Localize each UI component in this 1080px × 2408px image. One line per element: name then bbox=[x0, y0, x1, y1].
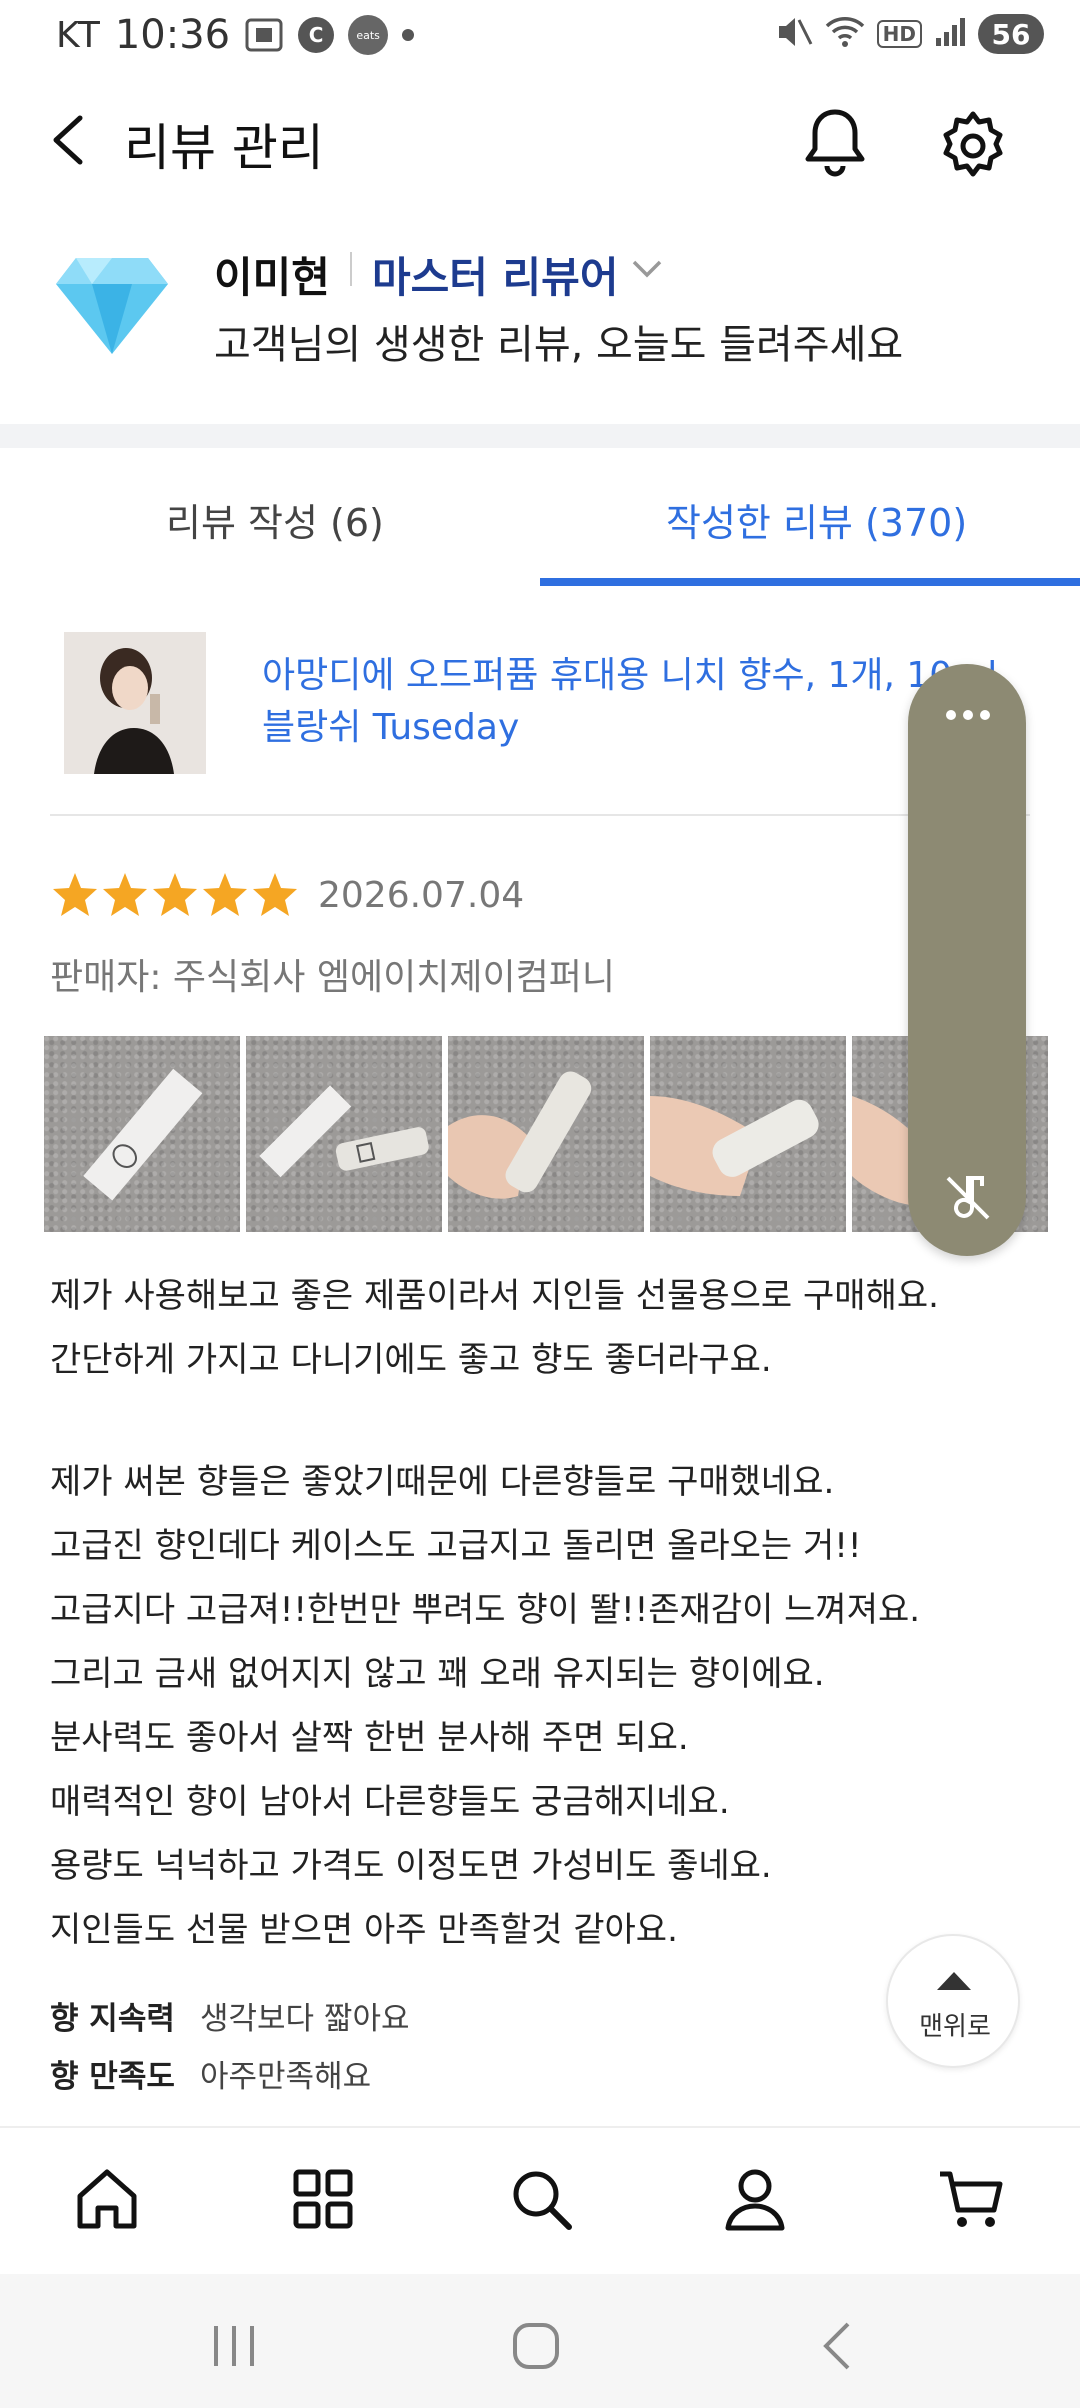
back-button-icon[interactable] bbox=[810, 2316, 870, 2376]
eats-icon: eats bbox=[348, 15, 389, 55]
hd-icon: HD bbox=[876, 20, 922, 48]
review-line: 고급진 향인데다 케이스도 고급지고 돌리면 올라오는 거!! bbox=[50, 1526, 862, 1566]
screenshot-icon bbox=[244, 17, 284, 53]
back-icon[interactable] bbox=[44, 112, 94, 168]
diamond-icon bbox=[52, 250, 172, 360]
attribute-row: 향 지속력 생각보다 짧아요 bbox=[50, 1986, 410, 2044]
review-line: 제가 써본 향들은 좋았기때문에 다른향들로 구매했네요. bbox=[50, 1462, 835, 1502]
review-tabs: 리뷰 작성 (6) 작성한 리뷰 (370) bbox=[0, 448, 1080, 588]
home-button-icon[interactable] bbox=[506, 2316, 566, 2376]
review-photo[interactable] bbox=[44, 1036, 240, 1232]
review-photo[interactable] bbox=[650, 1036, 846, 1232]
gear-icon[interactable] bbox=[935, 108, 1011, 184]
scroll-top-button[interactable]: 맨위로 bbox=[886, 1934, 1020, 2068]
product-thumbnail[interactable] bbox=[64, 632, 206, 774]
review-line: 간단하게 가지고 다니기에도 좋고 향도 좋더라구요. bbox=[50, 1340, 772, 1380]
active-tab-indicator bbox=[540, 578, 1080, 586]
battery-icon: 56 bbox=[978, 14, 1044, 54]
reviewer-grade[interactable]: 마스터 리뷰어 bbox=[372, 244, 618, 305]
wifi-icon bbox=[825, 14, 865, 54]
search-icon[interactable] bbox=[506, 2164, 576, 2234]
status-bar: KT 10:36 C eats HD 56 bbox=[0, 0, 1080, 70]
mute-icon bbox=[775, 14, 813, 54]
review-photo[interactable] bbox=[246, 1036, 442, 1232]
review-line: 분사력도 좋아서 살짝 한번 분사해 주면 되요. bbox=[50, 1718, 689, 1758]
rating-row: 2026.07.04 bbox=[50, 870, 524, 920]
review-line: 매력적인 향이 남아서 다른향들도 궁금해지네요. bbox=[50, 1782, 730, 1822]
review-body: 제가 사용해보고 좋은 제품이라서 지인들 선물용으로 구매해요. 간단하게 가… bbox=[50, 1264, 1010, 1962]
review-line bbox=[50, 1392, 1010, 1450]
review-attributes: 향 지속력 생각보다 짧아요 향 만족도 아주만족해요 bbox=[50, 1986, 410, 2102]
arrow-up-icon bbox=[937, 1972, 971, 1990]
system-nav-bar bbox=[0, 2274, 1080, 2408]
star-icon bbox=[203, 873, 247, 916]
clock: 10:36 bbox=[114, 12, 231, 58]
review-line: 지인들도 선물 받으면 아주 만족할것 같아요. bbox=[50, 1910, 678, 1950]
name-divider bbox=[350, 252, 352, 286]
more-icon[interactable] bbox=[946, 710, 990, 722]
attribute-value: 생각보다 짧아요 bbox=[200, 2000, 410, 2037]
product-divider bbox=[50, 814, 1030, 816]
attribute-value: 아주만족해요 bbox=[200, 2058, 372, 2095]
review-photo[interactable] bbox=[448, 1036, 644, 1232]
user-icon[interactable] bbox=[720, 2164, 790, 2234]
review-line: 용량도 넉넉하고 가격도 이정도면 가성비도 좋네요. bbox=[50, 1846, 772, 1886]
recent-apps-icon[interactable] bbox=[204, 2316, 264, 2376]
review-line: 그리고 금새 없어지지 않고 꽤 오래 유지되는 향이에요. bbox=[50, 1654, 825, 1694]
cart-icon[interactable] bbox=[936, 2164, 1006, 2234]
coupang-icon: C bbox=[298, 17, 335, 53]
bottom-nav bbox=[0, 2126, 1080, 2274]
review-line: 제가 사용해보고 좋은 제품이라서 지인들 선물용으로 구매해요. bbox=[50, 1276, 939, 1316]
page-title: 리뷰 관리 bbox=[124, 119, 324, 177]
section-gap bbox=[0, 424, 1080, 448]
carrier-label: KT bbox=[56, 14, 101, 56]
product-title-line1: 아망디에 오드퍼퓸 휴대용 니치 향수, 1개, 10ml, bbox=[262, 655, 1009, 696]
edge-panel[interactable] bbox=[908, 664, 1026, 1256]
attribute-key: 향 지속력 bbox=[50, 2000, 175, 2037]
signal-icon bbox=[934, 16, 966, 52]
categories-icon[interactable] bbox=[288, 2164, 358, 2234]
reviewer-profile: 이미현 마스터 리뷰어 고객님의 생생한 리뷰, 오늘도 들려주세요 bbox=[0, 230, 1080, 410]
bell-icon[interactable] bbox=[800, 106, 870, 180]
tab-write-review[interactable]: 리뷰 작성 (6) bbox=[166, 492, 384, 547]
review-date: 2026.07.04 bbox=[318, 874, 525, 916]
attribute-row: 향 만족도 아주만족해요 bbox=[50, 2044, 410, 2102]
star-icon bbox=[53, 873, 97, 916]
star-rating bbox=[50, 870, 300, 920]
tab-written-reviews[interactable]: 작성한 리뷰 (370) bbox=[666, 492, 967, 547]
app-header: 리뷰 관리 bbox=[0, 90, 1080, 190]
music-off-icon[interactable] bbox=[942, 1172, 994, 1224]
scroll-top-label: 맨위로 bbox=[919, 2012, 991, 2042]
star-icon bbox=[253, 873, 297, 916]
star-icon bbox=[153, 873, 197, 916]
star-icon bbox=[103, 873, 147, 916]
chevron-down-icon[interactable] bbox=[630, 258, 664, 280]
attribute-key: 향 만족도 bbox=[50, 2058, 175, 2095]
review-line: 고급지다 고급져!!한번만 뿌려도 향이 똴!!존재감이 느껴져요. bbox=[50, 1590, 921, 1630]
profile-subtitle: 고객님의 생생한 리뷰, 오늘도 들려주세요 bbox=[214, 322, 904, 368]
notification-dot-icon bbox=[402, 29, 415, 41]
seller-label: 판매자: 주식회사 엠에이치제이컴퍼니 bbox=[50, 957, 615, 998]
reviewer-name: 이미현 bbox=[214, 253, 330, 302]
home-icon[interactable] bbox=[72, 2164, 142, 2234]
